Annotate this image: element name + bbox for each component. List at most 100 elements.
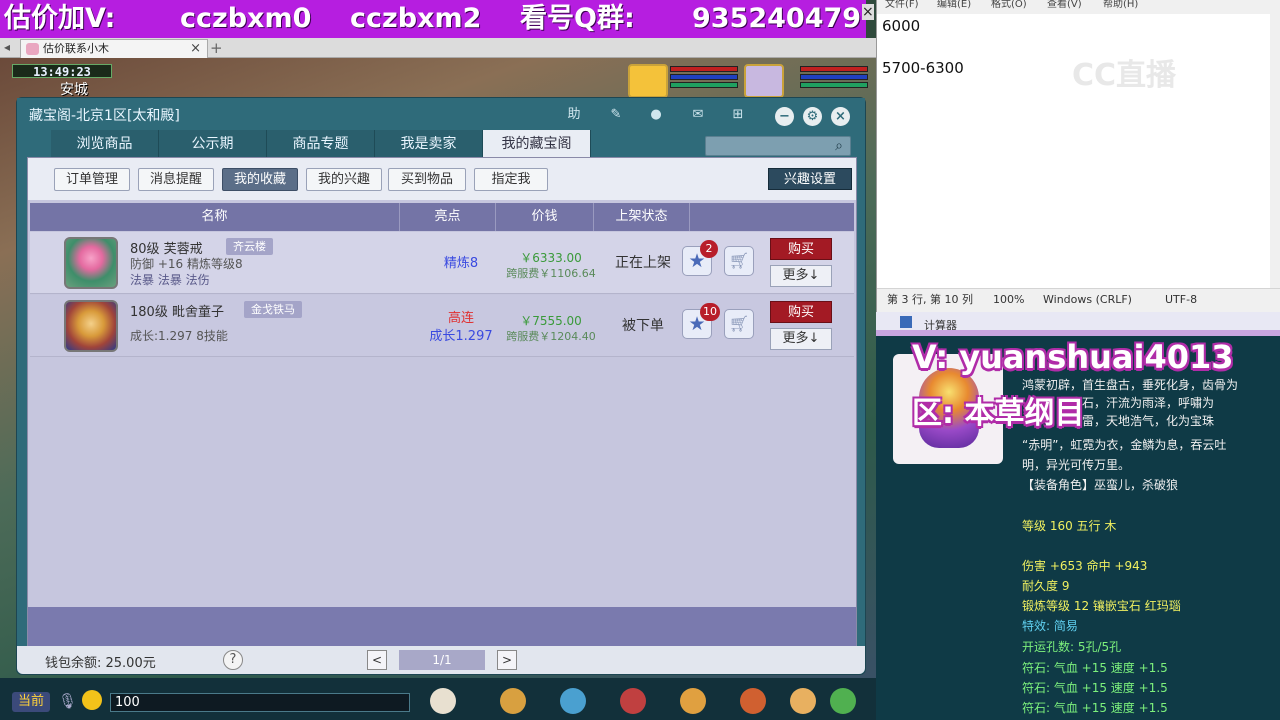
browser-back-icon[interactable]: ◂ bbox=[4, 40, 10, 54]
subtab-designated[interactable]: 指定我 bbox=[474, 168, 548, 191]
hotbar-slot[interactable] bbox=[680, 688, 706, 714]
hotbar-slot[interactable] bbox=[430, 688, 456, 714]
shop-footer: 钱包余额: 25.00元 ? < 1/1 > bbox=[17, 646, 865, 674]
subtab-purchased[interactable]: 买到物品 bbox=[388, 168, 466, 191]
item-damage: 伤害 +653 命中 +943 bbox=[1022, 559, 1148, 573]
table-row[interactable]: 180级 毗舍童子 金戈铁马 成长:1.297 8技能 高连 成长1.297 ￥… bbox=[30, 295, 854, 357]
tab-public[interactable]: 公示期 bbox=[159, 130, 267, 158]
wallet-balance: 钱包余额: 25.00元 bbox=[45, 656, 156, 671]
hotbar-slot[interactable] bbox=[560, 688, 586, 714]
tab-my-pavilion[interactable]: 我的藏宝阁 bbox=[483, 130, 591, 158]
list-footer-band bbox=[28, 607, 856, 646]
item-holes: 开运孔数: 5孔/5孔 bbox=[1022, 640, 1122, 654]
pet-portrait[interactable] bbox=[744, 64, 784, 98]
notepad-line[interactable]: 5700-6300 bbox=[882, 59, 964, 77]
notepad-statusbar: 第 3 行, 第 10 列 100% Windows (CRLF) UTF-8 bbox=[877, 288, 1280, 312]
tab-browse[interactable]: 浏览商品 bbox=[51, 130, 159, 158]
record-icon[interactable]: ● bbox=[645, 106, 667, 124]
item-status: 正在上架 bbox=[615, 255, 671, 271]
banner-text: 935240479 bbox=[692, 3, 862, 34]
menu-help[interactable]: 帮助(H) bbox=[1103, 0, 1138, 10]
hotbar-slot[interactable] bbox=[790, 688, 816, 714]
notepad-line[interactable]: 6000 bbox=[882, 17, 920, 35]
column-price: 价钱 bbox=[496, 203, 594, 231]
current-city: 安城 bbox=[60, 82, 88, 98]
game-client: 估价加V: cczbxm0 cczbxm2 看号Q群: 935240479 × … bbox=[0, 0, 876, 720]
column-highlight: 亮点 bbox=[400, 203, 496, 231]
item-desc: 防御 +16 精炼等级8 bbox=[130, 257, 243, 271]
hp-bar bbox=[670, 66, 738, 72]
emoji-icon[interactable] bbox=[82, 690, 102, 710]
subtab-messages[interactable]: 消息提醒 bbox=[138, 168, 214, 191]
banner-close-button[interactable]: × bbox=[862, 4, 874, 20]
menu-format[interactable]: 格式(O) bbox=[991, 0, 1027, 10]
banner-text: cczbxm0 bbox=[180, 3, 312, 34]
item-cross-price: 跨服费￥1106.64 bbox=[506, 267, 596, 280]
new-tab-button[interactable]: + bbox=[210, 39, 223, 57]
add-to-cart-icon[interactable]: 🛒︎ bbox=[724, 246, 754, 276]
settings-icon[interactable]: ⚙ bbox=[803, 107, 822, 126]
buy-button[interactable]: 购买 bbox=[770, 238, 832, 260]
item-desc: 成长:1.297 8技能 bbox=[130, 329, 228, 343]
panel-strip bbox=[876, 330, 1280, 336]
cart-icon[interactable]: ⊞ bbox=[727, 106, 749, 124]
menu-file[interactable]: 文件(F) bbox=[885, 0, 919, 10]
subtab-orders[interactable]: 订单管理 bbox=[54, 168, 130, 191]
shop-window: 藏宝阁-北京1区[太和殿] 助 ✎ ● ✉ ⊞ − ⚙ × 浏览商品 公示期 商… bbox=[16, 97, 866, 675]
pen-icon[interactable]: ✎ bbox=[605, 106, 627, 124]
screen: 估价加V: cczbxm0 cczbxm2 看号Q群: 935240479 × … bbox=[0, 0, 1280, 720]
character-portrait[interactable] bbox=[628, 64, 668, 98]
banner-text: cczbxm2 bbox=[350, 3, 482, 34]
prev-page-button[interactable]: < bbox=[367, 650, 387, 670]
hotbar-slot[interactable] bbox=[500, 688, 526, 714]
menu-edit[interactable]: 编辑(E) bbox=[937, 0, 971, 10]
help-button[interactable]: ? bbox=[223, 650, 243, 670]
pet-hp-bar bbox=[800, 66, 868, 72]
subtab-favorites[interactable]: 我的收藏 bbox=[222, 168, 298, 191]
item-name: 180级 毗舍童子 bbox=[130, 305, 224, 320]
buy-button[interactable]: 购买 bbox=[770, 301, 832, 323]
hotbar-slot[interactable] bbox=[740, 688, 766, 714]
more-button[interactable]: 更多↓ bbox=[770, 265, 832, 287]
favorite-count-badge: 10 bbox=[700, 303, 720, 321]
item-price: ￥7555.00 bbox=[520, 314, 582, 328]
item-desc: 法暴 法暴 法伤 bbox=[130, 273, 210, 287]
tab-seller[interactable]: 我是卖家 bbox=[375, 130, 483, 158]
overlay-zone: 区: 本草纲目 bbox=[912, 396, 1085, 431]
browser-tab[interactable]: 估价联系小木 × bbox=[20, 39, 208, 58]
item-status: 被下单 bbox=[622, 318, 664, 334]
character-status-bars bbox=[670, 66, 738, 94]
tab-close-icon[interactable]: × bbox=[190, 40, 201, 58]
more-button[interactable]: 更多↓ bbox=[770, 328, 832, 350]
shop-titlebar[interactable]: 藏宝阁-北京1区[太和殿] 助 ✎ ● ✉ ⊞ − ⚙ × bbox=[17, 98, 865, 130]
tab-favicon-icon bbox=[26, 43, 39, 55]
browser-tabbar: ◂ 估价联系小木 × + bbox=[0, 38, 876, 58]
chat-channel-button[interactable]: 当前 bbox=[12, 692, 50, 712]
hotbar-slot[interactable] bbox=[830, 688, 856, 714]
tab-title: 估价联系小木 bbox=[43, 42, 109, 55]
next-page-button[interactable]: > bbox=[497, 650, 517, 670]
add-to-cart-icon[interactable]: 🛒︎ bbox=[724, 309, 754, 339]
item-lore: “赤明”，虹霓为衣，金鳞为息，吞云吐 bbox=[1022, 438, 1227, 452]
help-tool-button[interactable]: 助 bbox=[563, 106, 585, 124]
tab-topics[interactable]: 商品专题 bbox=[267, 130, 375, 158]
item-detail-panel: 鸿蒙初辟，首生盘古，垂死化身，齿骨为 金石，汗流为雨泽，呼嘯为 风雷，天地浩气，… bbox=[876, 330, 1280, 720]
stream-banner: 估价加V: cczbxm0 cczbxm2 看号Q群: 935240479 bbox=[0, 0, 866, 38]
notepad-window: 文件(F) 编辑(E) 格式(O) 查看(V) 帮助(H) 6000 5700-… bbox=[876, 0, 1280, 312]
minimize-icon[interactable]: − bbox=[775, 107, 794, 126]
item-cross-price: 跨服费￥1204.40 bbox=[506, 330, 596, 343]
chat-input[interactable]: 100 bbox=[110, 693, 410, 712]
pet-status-bars bbox=[800, 66, 868, 94]
subtab-interests[interactable]: 我的兴趣 bbox=[306, 168, 382, 191]
search-icon[interactable]: ⌕ bbox=[830, 137, 848, 155]
microphone-icon[interactable]: 🎙︎ bbox=[58, 692, 77, 710]
item-durability: 耐久度 9 bbox=[1022, 579, 1070, 593]
menu-view[interactable]: 查看(V) bbox=[1047, 0, 1082, 10]
chat-bubble-icon[interactable]: ✉ bbox=[687, 106, 709, 124]
hotbar-slot[interactable] bbox=[620, 688, 646, 714]
overlay-contact: V: yuanshuai4013 bbox=[912, 338, 1234, 376]
scrollbar[interactable] bbox=[1270, 14, 1280, 288]
close-icon[interactable]: × bbox=[831, 107, 850, 126]
interest-settings-button[interactable]: 兴趣设置 bbox=[768, 168, 852, 190]
table-row[interactable]: 80级 芙蓉戒 齐云楼 防御 +16 精炼等级8 法暴 法暴 法伤 精炼8 ￥6… bbox=[30, 232, 854, 294]
